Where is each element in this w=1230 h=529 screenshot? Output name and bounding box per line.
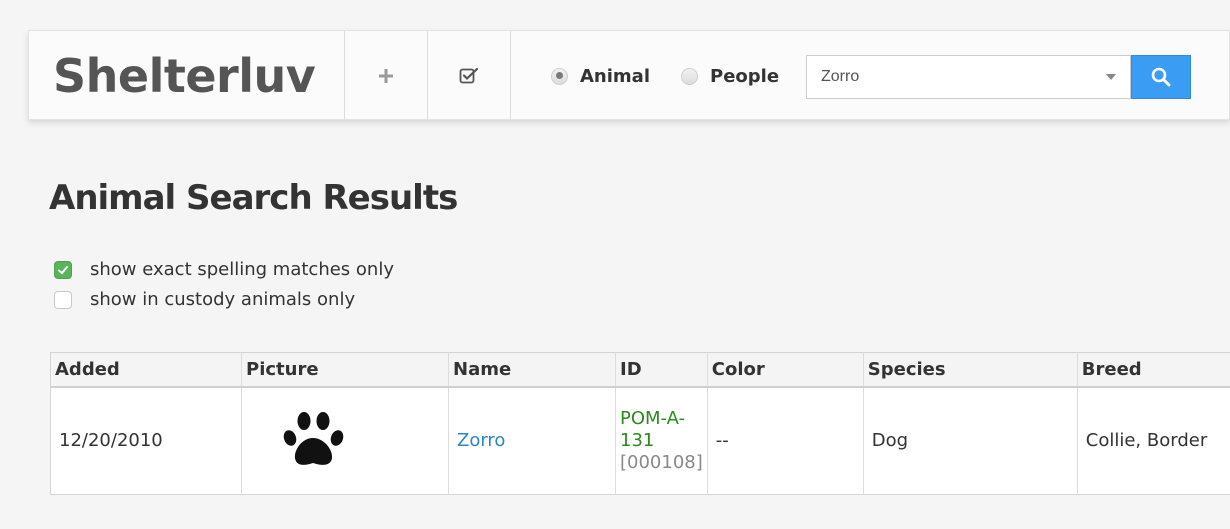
filter-exact-spelling[interactable]: show exact spelling matches only: [54, 259, 394, 280]
chevron-down-icon[interactable]: [1106, 74, 1116, 80]
radio-people[interactable]: [681, 67, 698, 85]
cell-added: 12/20/2010: [50, 386, 242, 495]
filter-in-custody[interactable]: show in custody animals only: [54, 289, 355, 310]
tasks-button[interactable]: [428, 31, 510, 121]
cell-breed: Collie, Border: [1077, 386, 1230, 495]
search-button[interactable]: [1131, 55, 1191, 99]
radio-animal-label: Animal: [580, 65, 650, 87]
col-color[interactable]: Color: [707, 352, 864, 388]
add-button[interactable]: [345, 31, 427, 121]
results-table: Added Picture Name ID Color Species Bree…: [50, 352, 1230, 495]
col-added[interactable]: Added: [50, 352, 242, 388]
paw-print-icon: [283, 411, 344, 465]
col-name[interactable]: Name: [448, 352, 616, 388]
col-breed[interactable]: Breed: [1077, 352, 1230, 388]
cell-name[interactable]: Zorro: [448, 386, 616, 495]
exact-spelling-label: show exact spelling matches only: [90, 259, 394, 280]
col-id[interactable]: ID: [615, 352, 708, 388]
animal-name-link[interactable]: Zorro: [457, 430, 505, 451]
checkmark-icon: [58, 265, 68, 274]
search-type-people[interactable]: People: [681, 31, 779, 121]
radio-animal[interactable]: [551, 67, 568, 85]
exact-spelling-checkbox[interactable]: [54, 260, 72, 279]
in-custody-checkbox[interactable]: [54, 290, 72, 309]
search-input[interactable]: Zorro: [807, 68, 1106, 86]
plus-icon: [379, 69, 393, 83]
checkbox-icon: [459, 67, 479, 84]
page-title: Animal Search Results: [49, 178, 458, 218]
table-row[interactable]: 12/20/2010 Zorro POM-A- 131 [000108] -- …: [50, 386, 1230, 495]
cell-picture[interactable]: [241, 386, 449, 495]
animal-id-link[interactable]: POM-A-: [620, 408, 703, 430]
cell-id[interactable]: POM-A- 131 [000108]: [615, 386, 708, 495]
col-picture[interactable]: Picture: [241, 352, 449, 388]
table-header-row: Added Picture Name ID Color Species Bree…: [50, 352, 1230, 388]
brand-logo[interactable]: Shelterluv: [53, 47, 316, 105]
search-combobox[interactable]: Zorro: [806, 55, 1131, 99]
in-custody-label: show in custody animals only: [90, 289, 356, 310]
cell-color: --: [707, 386, 864, 495]
internal-id: [000108]: [620, 451, 703, 473]
col-species[interactable]: Species: [863, 352, 1078, 388]
top-navbar: Shelterluv Animal People Zorro: [28, 30, 1230, 121]
divider: [510, 31, 511, 121]
search-type-animal[interactable]: Animal: [551, 31, 650, 121]
cell-species: Dog: [863, 386, 1078, 495]
radio-people-label: People: [710, 65, 780, 87]
animal-id-link-cont[interactable]: 131: [620, 430, 703, 452]
search-icon: [1151, 67, 1171, 87]
